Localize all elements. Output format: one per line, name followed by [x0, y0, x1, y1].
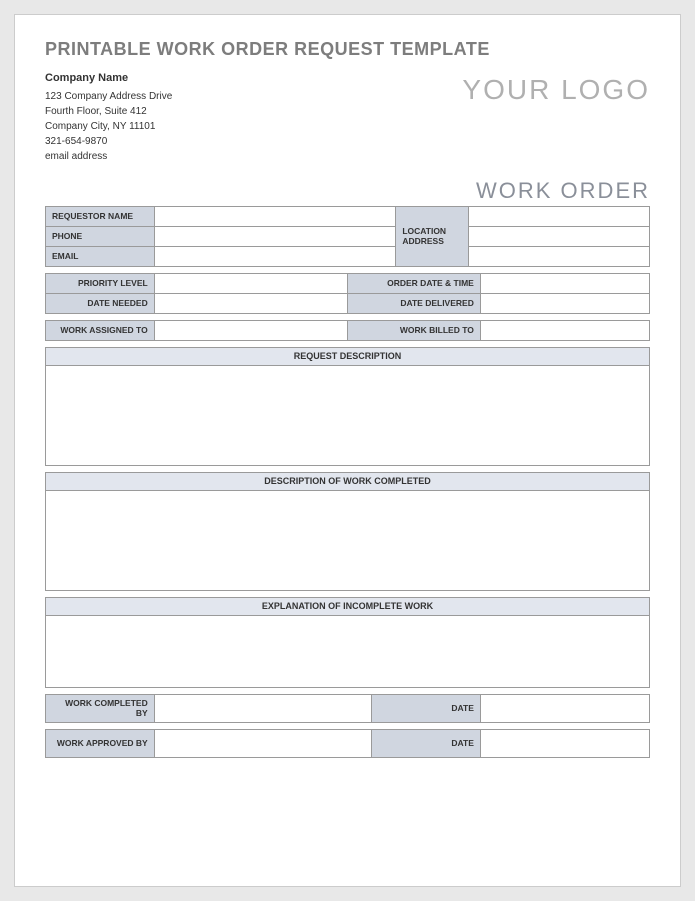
date-needed-input[interactable] [154, 293, 347, 313]
location-line1[interactable] [468, 206, 649, 226]
completed-date-label: DATE [372, 694, 481, 722]
priority-label: PRIORITY LEVEL [46, 273, 155, 293]
company-phone: 321-654-9870 [45, 134, 172, 149]
logo-placeholder: YOUR LOGO [462, 74, 650, 106]
phone-label: PHONE [46, 226, 155, 246]
email-label: EMAIL [46, 246, 155, 266]
work-order-heading: WORK ORDER [45, 178, 650, 204]
order-date-label: ORDER DATE & TIME [347, 273, 480, 293]
approved-date-label: DATE [372, 729, 481, 757]
order-date-input[interactable] [480, 273, 649, 293]
location-line3[interactable] [468, 246, 649, 266]
request-desc-table: REQUEST DESCRIPTION [45, 347, 650, 466]
page-title: PRINTABLE WORK ORDER REQUEST TEMPLATE [45, 39, 650, 60]
requestor-label: REQUESTOR NAME [46, 206, 155, 226]
incomplete-input[interactable] [46, 615, 650, 687]
email-input[interactable] [154, 246, 396, 266]
approved-by-input[interactable] [154, 729, 371, 757]
priority-input[interactable] [154, 273, 347, 293]
phone-input[interactable] [154, 226, 396, 246]
work-completed-table: DESCRIPTION OF WORK COMPLETED [45, 472, 650, 591]
completed-by-input[interactable] [154, 694, 371, 722]
company-line2: Fourth Floor, Suite 412 [45, 104, 172, 119]
requestor-input[interactable] [154, 206, 396, 226]
company-email: email address [45, 149, 172, 164]
company-line3: Company City, NY 11101 [45, 119, 172, 134]
company-line1: 123 Company Address Drive [45, 89, 172, 104]
completed-date-input[interactable] [480, 694, 649, 722]
date-delivered-label: DATE DELIVERED [347, 293, 480, 313]
company-block: Company Name 123 Company Address Drive F… [45, 70, 172, 164]
location-label: LOCATION ADDRESS [396, 206, 468, 266]
request-desc-label: REQUEST DESCRIPTION [46, 347, 650, 365]
company-name: Company Name [45, 70, 172, 87]
request-desc-input[interactable] [46, 365, 650, 465]
completed-by-label: WORK COMPLETED BY [46, 694, 155, 722]
date-delivered-input[interactable] [480, 293, 649, 313]
work-completed-desc-input[interactable] [46, 490, 650, 590]
billed-to-input[interactable] [480, 320, 649, 340]
dates-table: PRIORITY LEVEL ORDER DATE & TIME DATE NE… [45, 273, 650, 314]
approved-by-label: WORK APPROVED BY [46, 729, 155, 757]
assigned-to-label: WORK ASSIGNED TO [46, 320, 155, 340]
header: Company Name 123 Company Address Drive F… [45, 70, 650, 164]
requestor-table: REQUESTOR NAME LOCATION ADDRESS PHONE EM… [45, 206, 650, 267]
date-needed-label: DATE NEEDED [46, 293, 155, 313]
approved-by-table: WORK APPROVED BY DATE [45, 729, 650, 758]
billed-to-label: WORK BILLED TO [347, 320, 480, 340]
location-line2[interactable] [468, 226, 649, 246]
work-order-form: PRINTABLE WORK ORDER REQUEST TEMPLATE Co… [14, 14, 681, 887]
approved-date-input[interactable] [480, 729, 649, 757]
incomplete-label: EXPLANATION OF INCOMPLETE WORK [46, 597, 650, 615]
work-completed-desc-label: DESCRIPTION OF WORK COMPLETED [46, 472, 650, 490]
incomplete-table: EXPLANATION OF INCOMPLETE WORK [45, 597, 650, 688]
completed-by-table: WORK COMPLETED BY DATE [45, 694, 650, 723]
assigned-to-input[interactable] [154, 320, 347, 340]
assignment-table: WORK ASSIGNED TO WORK BILLED TO [45, 320, 650, 341]
